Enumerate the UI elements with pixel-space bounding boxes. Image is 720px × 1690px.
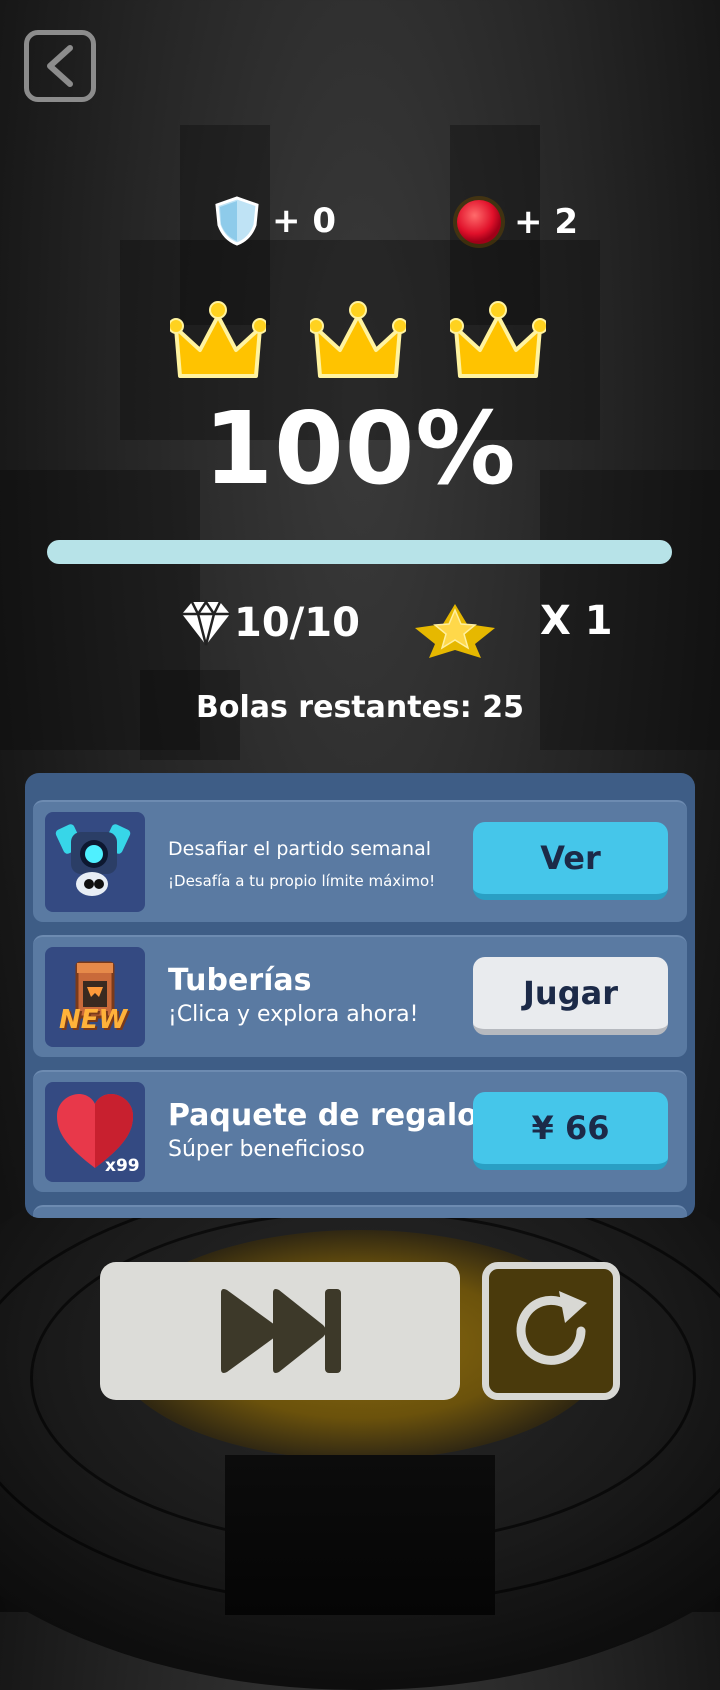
card-title: Paquete de regalo (168, 1098, 478, 1133)
weekly-challenge-card: Desafiar el partido semanal ¡Desafía a t… (33, 800, 687, 922)
card-subtitle: Súper beneficioso (168, 1137, 365, 1162)
crown-icon (170, 301, 266, 378)
diamond-count: 10/10 (234, 600, 360, 646)
star-icon (415, 604, 495, 658)
diamond-icon (182, 599, 230, 646)
card-title: Desafiar el partido semanal (168, 838, 432, 860)
card-subtitle: ¡Clica y explora ahora! (168, 1002, 419, 1027)
skip-next-button[interactable] (100, 1262, 460, 1400)
play-button[interactable]: Jugar (473, 957, 668, 1035)
shield-icon (215, 196, 259, 246)
diamond-stat: 10/10 (180, 598, 360, 648)
fast-forward-icon (221, 1289, 341, 1373)
offers-panel: Desafiar el partido semanal ¡Desafía a t… (25, 773, 695, 1218)
new-badge: NEW (59, 1005, 128, 1035)
gift-pack-card: x99 Paquete de regalo Súper beneficioso … (33, 1070, 687, 1192)
shield-reward-count: + 0 (272, 201, 336, 241)
completion-percent: 100% (203, 390, 517, 507)
shield-reward: + 0 (212, 195, 336, 247)
retry-button[interactable] (482, 1262, 620, 1400)
ball-reward-count: + 2 (514, 202, 578, 242)
view-button[interactable]: Ver (473, 822, 668, 900)
remaining-balls: Bolas restantes: 25 (196, 690, 524, 725)
robot-character-icon (45, 812, 145, 912)
red-ball-icon (453, 196, 505, 248)
card-subtitle: ¡Desafía a tu propio límite máximo! (168, 872, 436, 890)
progress-bar (47, 540, 672, 564)
crown-icon (310, 301, 406, 378)
star-multiplier: X 1 (540, 598, 613, 644)
crown-icon (450, 301, 546, 378)
restart-icon (516, 1291, 587, 1365)
back-button[interactable] (24, 30, 96, 102)
ball-reward: + 2 (452, 195, 578, 249)
price-button[interactable]: ¥ 66 (473, 1092, 668, 1170)
next-card-peek (33, 1205, 687, 1218)
heart-icon: x99 (45, 1082, 145, 1182)
quantity-badge: x99 (105, 1156, 140, 1176)
card-title: Tuberías (168, 963, 312, 998)
pipes-game-card: NEW Tuberías ¡Clica y explora ahora! Jug… (33, 935, 687, 1057)
chevron-left-icon (47, 45, 73, 87)
pipes-new-game-icon: NEW (45, 947, 145, 1047)
